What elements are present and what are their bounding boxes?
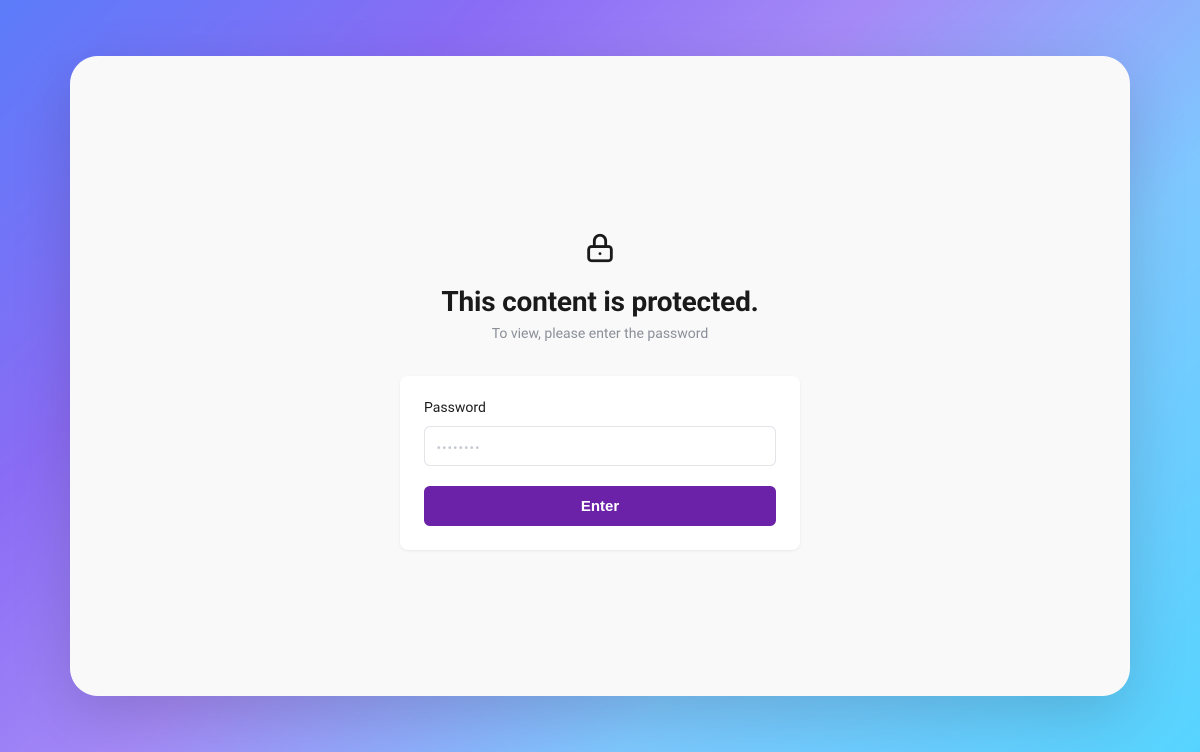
page-title: This content is protected. xyxy=(441,285,758,318)
password-label: Password xyxy=(424,400,776,416)
enter-button[interactable]: Enter xyxy=(424,486,776,526)
password-form-card: Password Enter xyxy=(400,376,800,550)
page-subtitle: To view, please enter the password xyxy=(492,326,709,342)
app-window: This content is protected. To view, plea… xyxy=(70,56,1130,696)
lock-icon xyxy=(583,231,617,269)
password-input[interactable] xyxy=(424,426,776,466)
